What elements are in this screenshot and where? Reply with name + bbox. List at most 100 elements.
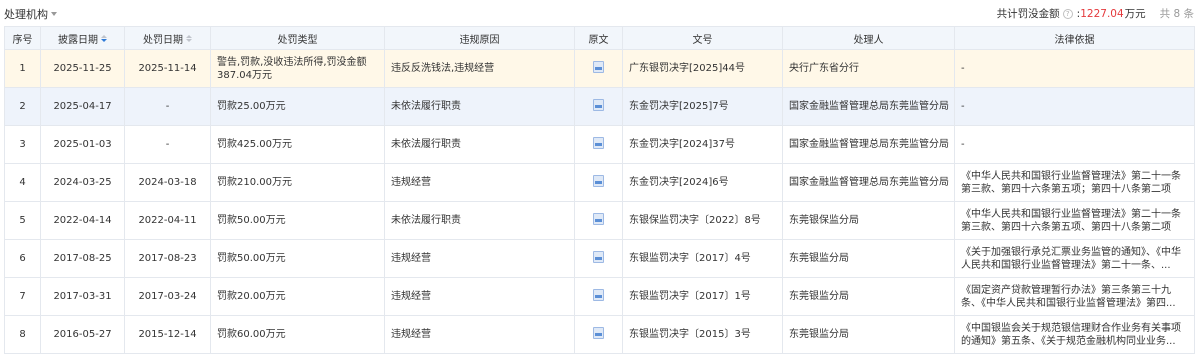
cell-handler: 国家金融监督管理总局东莞监管分局 — [782, 87, 955, 126]
cell-penalty-type: 罚款60.00万元 — [210, 315, 385, 354]
cell-penalty-type: 罚款25.00万元 — [210, 87, 385, 126]
cell-reason: 违规经营 — [384, 315, 575, 354]
cell-legal-basis: 《中国银监会关于规范银信理财合作业务有关事项的通知》第五条、《关于规范金融机构同… — [954, 315, 1195, 354]
cell-penalty-type: 罚款210.00万元 — [210, 163, 385, 202]
cell-legal-basis: - — [954, 49, 1195, 88]
total-amount-value: 1227.04 — [1080, 7, 1124, 20]
col-header-handler: 处理人 — [782, 26, 955, 50]
cell-penalty-date: - — [124, 125, 211, 164]
cell-penalty-type: 罚款425.00万元 — [210, 125, 385, 164]
pdf-file-icon[interactable] — [593, 250, 604, 263]
cell-penalty-type: 警告,罚款,没收违法所得,罚没金额387.04万元 — [210, 49, 385, 88]
cell-original[interactable] — [574, 277, 623, 316]
col-header-index: 序号 — [4, 26, 41, 50]
table-row[interactable]: 1 2025-11-25 2025-11-14 警告,罚款,没收违法所得,罚没金额38… — [4, 49, 1195, 88]
cell-penalty-date: 2025-11-14 — [124, 49, 211, 88]
cell-disclosure-date: 2024-03-25 — [40, 163, 125, 202]
cell-handler: 东莞银监分局 — [782, 315, 955, 354]
sort-icon[interactable] — [101, 34, 107, 42]
table-header-row: 序号 披露日期 处罚日期 处罚类型 违规原因 原文 文号 处理人 法律依据 — [4, 26, 1195, 50]
cell-index: 6 — [4, 239, 41, 278]
cell-handler: 东莞银监分局 — [782, 239, 955, 278]
col-header-reason: 违规原因 — [384, 26, 575, 50]
total-amount-unit: 万元 — [1124, 8, 1146, 20]
cell-disclosure-date: 2022-04-14 — [40, 201, 125, 240]
cell-penalty-type: 罚款20.00万元 — [210, 277, 385, 316]
cell-index: 4 — [4, 163, 41, 202]
cell-doc-no: 东银监罚决字〔2017〕4号 — [622, 239, 783, 278]
pdf-file-icon[interactable] — [593, 326, 604, 339]
top-bar: 处理机构 共计罚没金额 ? : 1227.04 万元 共 8 条 — [0, 0, 1200, 26]
cell-original[interactable] — [574, 87, 623, 126]
pdf-file-icon[interactable] — [593, 60, 604, 73]
cell-disclosure-date: 2025-01-03 — [40, 125, 125, 164]
table-row[interactable]: 5 2022-04-14 2022-04-11 罚款50.00万元 未依法履行职责 东银保… — [4, 201, 1195, 240]
cell-original[interactable] — [574, 315, 623, 354]
cell-penalty-date: 2015-12-14 — [124, 315, 211, 354]
help-icon[interactable]: ? — [1062, 8, 1073, 19]
table-row[interactable]: 6 2017-08-25 2017-08-23 罚款50.00万元 违规经营 东银监罚决字… — [4, 239, 1195, 278]
cell-legal-basis: - — [954, 125, 1195, 164]
cell-legal-basis: - — [954, 87, 1195, 126]
cell-doc-no: 东金罚决字[2024]6号 — [622, 163, 783, 202]
col-header-penalty-type: 处罚类型 — [210, 26, 385, 50]
col-header-penalty-date[interactable]: 处罚日期 — [124, 26, 211, 50]
cell-handler: 央行广东省分行 — [782, 49, 955, 88]
cell-doc-no: 东银监罚决字〔2017〕1号 — [622, 277, 783, 316]
table-row[interactable]: 2 2025-04-17- 罚款25.00万元 未依法履行职责 东金罚决字[2025]7… — [4, 87, 1195, 126]
cell-disclosure-date: 2017-03-31 — [40, 277, 125, 316]
cell-handler: 国家金融监督管理总局东莞监管分局 — [782, 125, 955, 164]
cell-index: 2 — [4, 87, 41, 126]
cell-index: 5 — [4, 201, 41, 240]
pdf-file-icon[interactable] — [593, 288, 604, 301]
cell-original[interactable] — [574, 201, 623, 240]
cell-original[interactable] — [574, 125, 623, 164]
chevron-down-icon — [51, 12, 57, 16]
cell-disclosure-date: 2025-04-17 — [40, 87, 125, 126]
col-header-disclosure-date[interactable]: 披露日期 — [40, 26, 125, 50]
table-row[interactable]: 7 2017-03-31 2017-03-24 罚款20.00万元 违规经营 东银监罚决字… — [4, 277, 1195, 316]
cell-handler: 东莞银保监分局 — [782, 201, 955, 240]
cell-doc-no: 广东银罚决字[2025]44号 — [622, 49, 783, 88]
penalty-summary: 共计罚没金额 ? : 1227.04 万元 共 8 条 — [996, 7, 1194, 21]
handler-org-filter[interactable]: 处理机构 — [4, 6, 57, 22]
cell-original[interactable] — [574, 49, 623, 88]
table-row[interactable]: 8 2016-05-27 2015-12-14 罚款60.00万元 违规经营 东银监罚决字… — [4, 315, 1195, 354]
total-count: 共 8 条 — [1159, 8, 1194, 20]
cell-reason: 违规经营 — [384, 277, 575, 316]
col-header-doc-no: 文号 — [622, 26, 783, 50]
penalty-table: 序号 披露日期 处罚日期 处罚类型 违规原因 原文 文号 处理人 法律依据 12… — [4, 26, 1195, 354]
cell-index: 3 — [4, 125, 41, 164]
cell-doc-no: 东金罚决字[2024]37号 — [622, 125, 783, 164]
pdf-file-icon[interactable] — [593, 174, 604, 187]
handler-org-filter-label: 处理机构 — [4, 8, 48, 21]
pdf-file-icon[interactable] — [593, 98, 604, 111]
cell-index: 1 — [4, 49, 41, 88]
pdf-file-icon[interactable] — [593, 136, 604, 149]
table-row[interactable]: 3 2025-01-03- 罚款425.00万元 未依法履行职责 东金罚决字[2024]… — [4, 125, 1195, 164]
cell-penalty-date: - — [124, 87, 211, 126]
col-header-legal-basis: 法律依据 — [954, 26, 1195, 50]
cell-reason: 违规经营 — [384, 239, 575, 278]
cell-original[interactable] — [574, 163, 623, 202]
cell-disclosure-date: 2017-08-25 — [40, 239, 125, 278]
cell-disclosure-date: 2016-05-27 — [40, 315, 125, 354]
cell-penalty-date: 2017-08-23 — [124, 239, 211, 278]
cell-disclosure-date: 2025-11-25 — [40, 49, 125, 88]
pdf-file-icon[interactable] — [593, 212, 604, 225]
sort-icon[interactable] — [186, 34, 192, 42]
col-header-original: 原文 — [574, 26, 623, 50]
cell-penalty-date: 2017-03-24 — [124, 277, 211, 316]
cell-penalty-date: 2022-04-11 — [124, 201, 211, 240]
table-row[interactable]: 4 2024-03-25 2024-03-18 罚款210.00万元 违规经营 东金罚决字… — [4, 163, 1195, 202]
cell-legal-basis: 《中华人民共和国银行业监督管理法》第二十一条第三款、第四十六条第五项、第四十八条… — [954, 201, 1195, 240]
cell-original[interactable] — [574, 239, 623, 278]
cell-reason: 未依法履行职责 — [384, 201, 575, 240]
cell-penalty-type: 罚款50.00万元 — [210, 201, 385, 240]
cell-handler: 国家金融监督管理总局东莞监管分局 — [782, 163, 955, 202]
cell-doc-no: 东银监罚决字〔2015〕3号 — [622, 315, 783, 354]
cell-penalty-date: 2024-03-18 — [124, 163, 211, 202]
cell-doc-no: 东银保监罚决字〔2022〕8号 — [622, 201, 783, 240]
cell-legal-basis: 《中华人民共和国银行业监督管理法》第二十一条第三款、第四十六条第五项；第四十八条… — [954, 163, 1195, 202]
cell-reason: 未依法履行职责 — [384, 125, 575, 164]
